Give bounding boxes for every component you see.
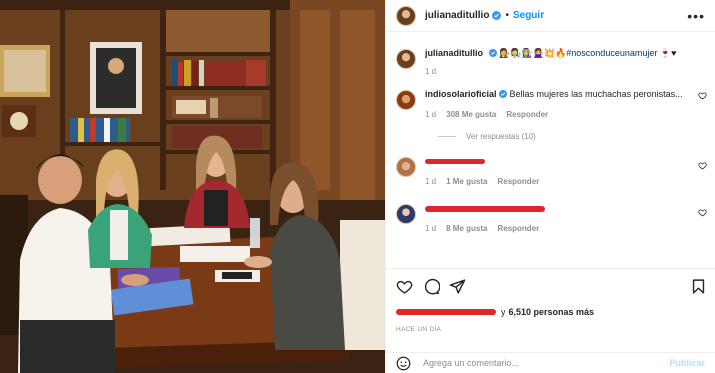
comment-input[interactable]: Agrega un comentario...	[423, 358, 669, 368]
avatar[interactable]	[396, 5, 416, 26]
post-photo[interactable]	[0, 0, 385, 373]
comment-text	[425, 155, 705, 167]
post-sidebar: julianaditullio • Seguir ••• julianaditu…	[385, 0, 715, 373]
comment-likes[interactable]: 308 Me gusta	[446, 110, 496, 119]
comment-text: indiosolarioficial Bellas mujeres las mu…	[425, 88, 705, 100]
like-comment-heart-icon[interactable]	[698, 161, 707, 170]
caption-time: 1 d	[425, 67, 437, 76]
avatar[interactable]	[396, 204, 416, 224]
follow-button[interactable]: Seguir	[513, 10, 544, 21]
caption-text: julianaditullio 👩‍⚖️👩‍🔬👩‍🏭🙅‍♀️💥🔥#noscond…	[425, 47, 705, 59]
comment-text	[425, 202, 705, 214]
comment-item: 1 d 1 Me gusta Responder	[386, 155, 715, 186]
comment-likes[interactable]: 1 Me gusta	[446, 177, 487, 186]
likes-connector: y	[501, 307, 506, 317]
header-separator: •	[505, 10, 509, 21]
post-actions	[386, 268, 715, 304]
avatar[interactable]	[396, 49, 416, 69]
comment-item: indiosolarioficial Bellas mujeres las mu…	[386, 88, 715, 119]
emoji-smiley-icon[interactable]	[396, 356, 411, 371]
redaction-mark	[425, 159, 485, 165]
verified-badge-icon	[492, 11, 502, 20]
avatar[interactable]	[396, 90, 416, 110]
replies-divider	[438, 136, 456, 137]
post-timestamp[interactable]: HACE UN DÍA	[396, 326, 441, 333]
avatar[interactable]	[396, 157, 416, 177]
post-comment-button[interactable]: Publicar	[669, 358, 705, 368]
comment-time: 1 d	[425, 224, 437, 233]
comment-meta: 1 d 308 Me gusta Responder	[425, 110, 705, 119]
header-username[interactable]: julianaditullio	[425, 10, 489, 21]
comment-meta: 1 d 8 Me gusta Responder	[425, 224, 705, 233]
verified-badge-icon	[488, 49, 497, 57]
like-comment-heart-icon[interactable]	[698, 208, 707, 217]
reply-button[interactable]: Responder	[497, 177, 539, 186]
comment-item: 1 d 8 Me gusta Responder	[386, 202, 715, 233]
comment-time: 1 d	[425, 110, 437, 119]
post-header: julianaditullio • Seguir •••	[386, 0, 715, 32]
verified-badge-icon	[499, 90, 508, 98]
likes-summary[interactable]: y 6,510 personas más	[396, 307, 594, 317]
comment-time: 1 d	[425, 177, 437, 186]
likes-others[interactable]: 6,510 personas más	[509, 307, 595, 317]
view-replies-label[interactable]: Ver respuestas (10)	[466, 132, 536, 141]
comment-meta: 1 d 1 Me gusta Responder	[425, 177, 705, 186]
comment-bubble-icon[interactable]	[423, 278, 440, 295]
caption-username[interactable]: julianaditullio	[425, 48, 483, 58]
caption: julianaditullio 👩‍⚖️👩‍🔬👩‍🏭🙅‍♀️💥🔥#noscond…	[386, 47, 715, 76]
redaction-mark	[425, 205, 545, 212]
caption-trailing-emojis: 🍷♥	[659, 48, 677, 58]
share-paper-plane-icon[interactable]	[449, 278, 466, 295]
reply-button[interactable]: Responder	[497, 224, 539, 233]
caption-meta: 1 d	[425, 67, 705, 76]
post-photo-image	[0, 0, 385, 373]
more-options-icon[interactable]: •••	[687, 9, 705, 23]
caption-hashtag[interactable]: #nosconduceunamujer	[566, 48, 657, 58]
caption-emojis: 👩‍⚖️👩‍🔬👩‍🏭🙅‍♀️💥🔥	[499, 48, 567, 58]
comment-composer: Agrega un comentario... Publicar	[386, 352, 715, 373]
save-bookmark-icon[interactable]	[690, 278, 707, 295]
like-comment-heart-icon[interactable]	[698, 91, 707, 100]
redaction-mark	[396, 309, 496, 315]
comment-body: Bellas mujeres las muchachas peronistas.…	[509, 89, 683, 99]
like-heart-icon[interactable]	[396, 278, 413, 295]
reply-button[interactable]: Responder	[506, 110, 548, 119]
comments-list[interactable]: julianaditullio 👩‍⚖️👩‍🔬👩‍🏭🙅‍♀️💥🔥#noscond…	[386, 33, 715, 266]
comment-username[interactable]: indiosolarioficial	[425, 89, 497, 99]
comment-likes[interactable]: 8 Me gusta	[446, 224, 487, 233]
view-replies[interactable]: Ver respuestas (10)	[438, 132, 715, 141]
